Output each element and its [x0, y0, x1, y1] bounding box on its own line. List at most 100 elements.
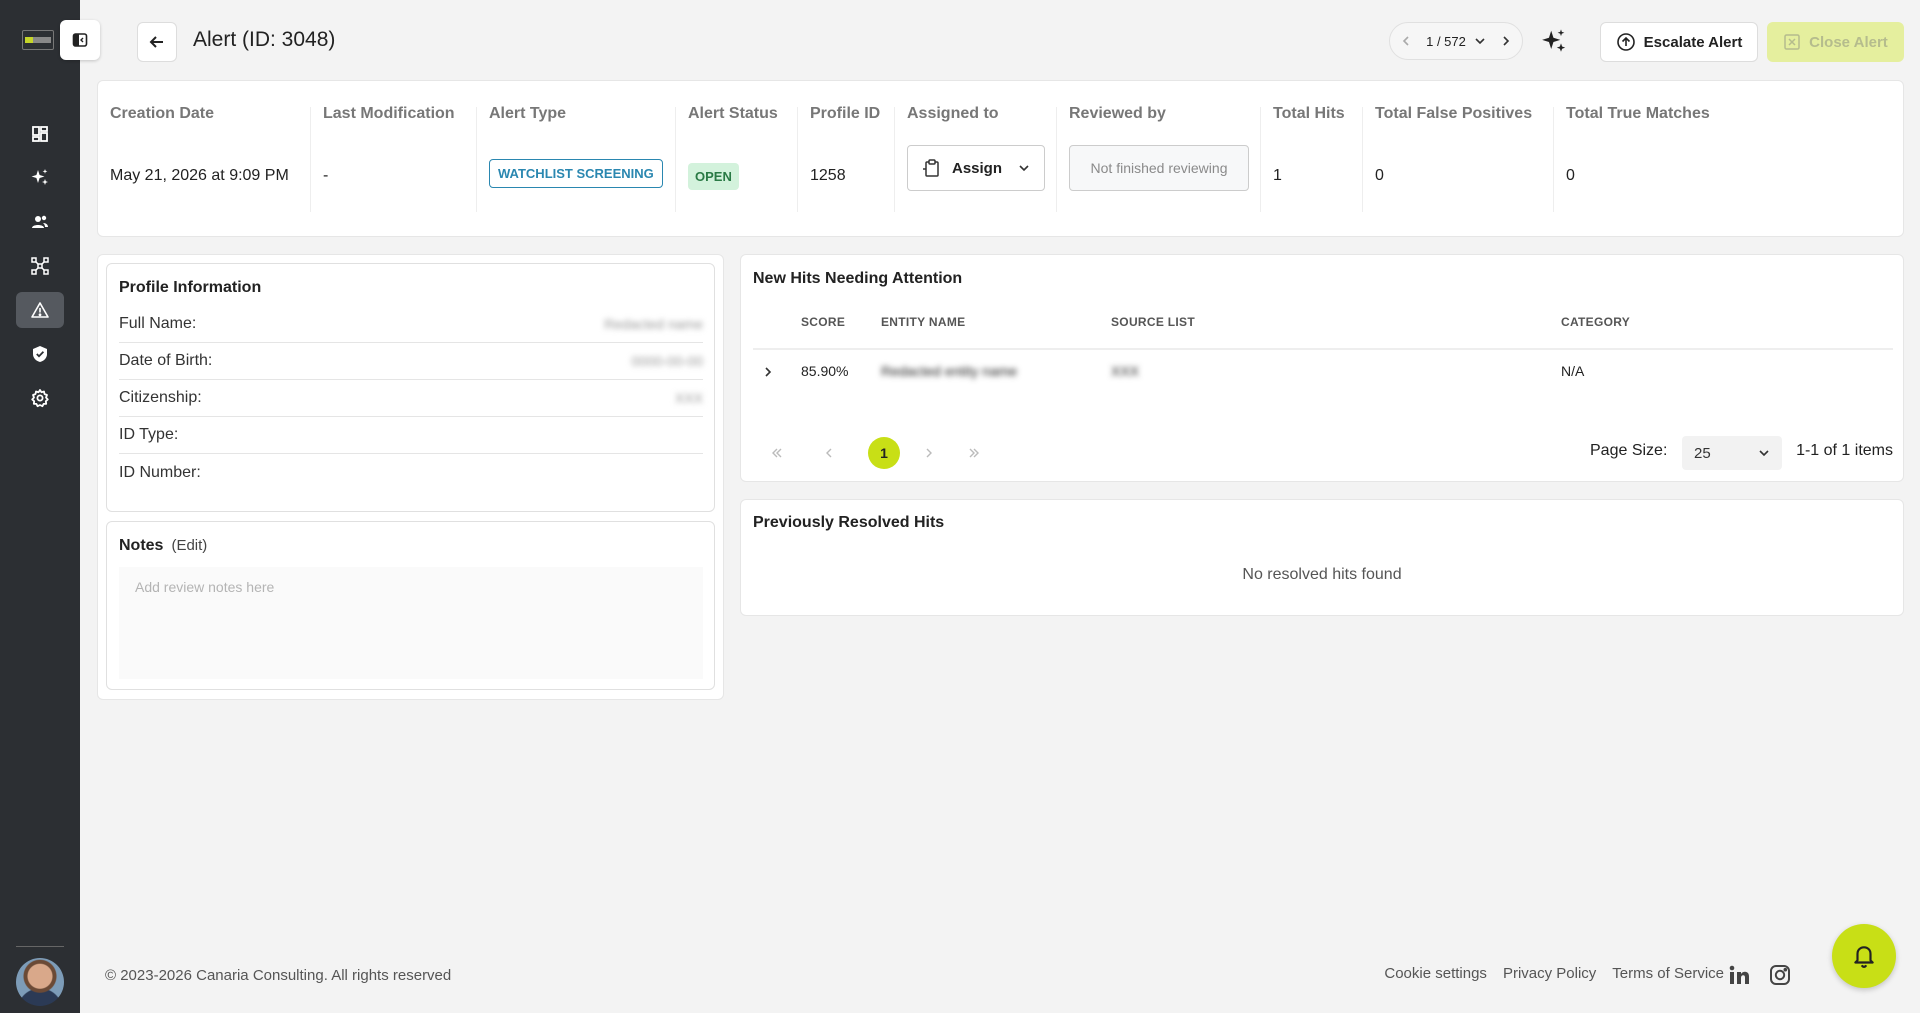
summary-header: Alert Type [489, 105, 567, 122]
assign-label: Assign [952, 159, 1003, 177]
clipboard-icon [923, 159, 939, 177]
reviewed-by-field: Not finished reviewing [1069, 145, 1249, 191]
user-avatar[interactable] [16, 958, 64, 1006]
page-button-current[interactable]: 1 [868, 437, 900, 469]
profile-information-card: Profile Information Full Name: Redacted … [106, 263, 715, 512]
sidebar-item-ai[interactable] [16, 160, 64, 196]
terms-of-service-link[interactable]: Terms of Service [1612, 965, 1724, 982]
profile-label: ID Number: [119, 463, 201, 481]
profile-label: Citizenship: [119, 389, 202, 406]
first-page-button[interactable] [761, 437, 793, 469]
alert-type-badge: WATCHLIST SCREENING [489, 159, 663, 188]
chevron-down-icon [1759, 450, 1769, 457]
ai-assist-button[interactable] [1538, 26, 1570, 58]
alert-summary: Creation Date May 21, 2026 at 9:09 PM La… [97, 80, 1904, 237]
new-hits-card: New Hits Needing Attention SCORE ENTITY … [740, 254, 1904, 482]
page-size-select[interactable]: 25 [1682, 436, 1782, 470]
profile-value: 0000-00-00 [631, 353, 703, 369]
summary-total-hits: Total Hits 1 [1261, 105, 1363, 212]
linkedin-icon [1729, 965, 1749, 984]
sidebar-item-users[interactable] [16, 204, 64, 240]
gear-icon [31, 389, 49, 408]
arrow-up-circle-icon [1616, 33, 1635, 51]
chevron-down-icon [1475, 38, 1485, 45]
profile-id-link[interactable]: 1258 [810, 167, 846, 185]
notes-header: Notes (Edit) [119, 537, 207, 555]
sidebar-item-compliance[interactable] [16, 336, 64, 372]
hit-score: 85.90% [801, 363, 849, 379]
notes-edit-link[interactable]: (Edit) [171, 537, 207, 554]
pager-prev-button[interactable] [1400, 35, 1412, 47]
close-alert-button[interactable]: Close Alert [1767, 22, 1904, 62]
chevron-left-icon [1402, 36, 1409, 46]
chevrons-left-icon [772, 448, 782, 458]
resolved-hits-title: Previously Resolved Hits [753, 514, 945, 531]
chevron-right-icon [765, 367, 772, 377]
page-size-label: Page Size: [1590, 442, 1668, 459]
summary-header: Reviewed by [1069, 105, 1166, 122]
cookie-settings-link[interactable]: Cookie settings [1384, 965, 1487, 982]
total-false-positives-value: 0 [1375, 167, 1384, 184]
hit-category: N/A [1561, 363, 1585, 379]
summary-profile-id: Profile ID 1258 [798, 105, 895, 212]
column-header-score[interactable]: SCORE [801, 315, 845, 329]
page-title: Alert (ID: 3048) [193, 28, 336, 51]
escalate-alert-label: Escalate Alert [1643, 33, 1743, 51]
dashboard-icon [32, 126, 48, 142]
sparkle-icon [31, 169, 48, 185]
row-expand-button[interactable] [759, 363, 777, 381]
profile-value: XXX [674, 390, 703, 406]
notes-textarea[interactable] [119, 567, 703, 679]
new-hits-title: New Hits Needing Attention [753, 270, 963, 287]
privacy-policy-link[interactable]: Privacy Policy [1503, 965, 1596, 982]
sidebar-item-settings[interactable] [16, 380, 64, 416]
alert-pager: 1 / 572 [1389, 22, 1523, 60]
profile-row-date-of-birth: Date of Birth: 0000-00-00 [119, 343, 703, 380]
table-header-divider [753, 348, 1893, 350]
summary-reviewed-by: Reviewed by Not finished reviewing [1057, 105, 1261, 212]
notes-title: Notes [119, 537, 164, 554]
empty-state-message: No resolved hits found [1242, 566, 1402, 583]
chevron-left-icon [826, 448, 832, 458]
page-size-value: 25 [1694, 444, 1711, 462]
summary-header: Last Modification [323, 105, 455, 122]
instagram-link[interactable] [1767, 962, 1793, 988]
total-hits-value: 1 [1273, 167, 1282, 184]
notifications-button[interactable] [1832, 924, 1896, 988]
column-header-entity-name[interactable]: ENTITY NAME [881, 315, 965, 329]
close-box-icon [1784, 34, 1800, 50]
summary-last-modification: Last Modification - [311, 105, 477, 212]
instagram-icon [1770, 965, 1790, 985]
summary-alert-type: Alert Type WATCHLIST SCREENING [477, 105, 676, 212]
sidebar-toggle-button[interactable] [60, 20, 100, 60]
sidebar-item-network[interactable] [16, 248, 64, 284]
last-modification-value: - [323, 167, 329, 184]
hit-source-list: XXX [1111, 363, 1140, 379]
summary-header: Total False Positives [1375, 105, 1533, 122]
escalate-alert-button[interactable]: Escalate Alert [1600, 22, 1758, 62]
next-page-button[interactable] [913, 437, 945, 469]
resolved-hits-card: Previously Resolved Hits No resolved hit… [740, 499, 1904, 616]
arrow-left-icon [149, 36, 163, 48]
close-alert-label: Close Alert [1809, 33, 1888, 51]
profile-information-title: Profile Information [119, 279, 262, 296]
column-header-category[interactable]: CATEGORY [1561, 315, 1630, 329]
assign-dropdown[interactable]: Assign [907, 145, 1045, 191]
notes-card: Notes (Edit) [106, 521, 715, 690]
sidebar-item-alerts[interactable] [16, 292, 64, 328]
summary-header: Creation Date [110, 105, 215, 122]
summary-header: Assigned to [907, 105, 999, 122]
profile-row-id-number: ID Number: [119, 454, 703, 491]
column-header-source-list[interactable]: SOURCE LIST [1111, 315, 1195, 329]
linkedin-link[interactable] [1726, 962, 1752, 988]
sidebar-item-dashboard[interactable] [16, 116, 64, 152]
back-button[interactable] [137, 22, 177, 62]
summary-total-true-matches: Total True Matches 0 [1554, 105, 1754, 212]
pager-select[interactable]: 1 / 572 [1426, 34, 1486, 49]
summary-assigned-to: Assigned to Assign [895, 105, 1057, 212]
pager-next-button[interactable] [1500, 35, 1512, 47]
network-icon [31, 257, 49, 275]
last-page-button[interactable] [958, 437, 990, 469]
prev-page-button[interactable] [813, 437, 845, 469]
creation-date-value: May 21, 2026 at 9:09 PM [110, 167, 289, 184]
